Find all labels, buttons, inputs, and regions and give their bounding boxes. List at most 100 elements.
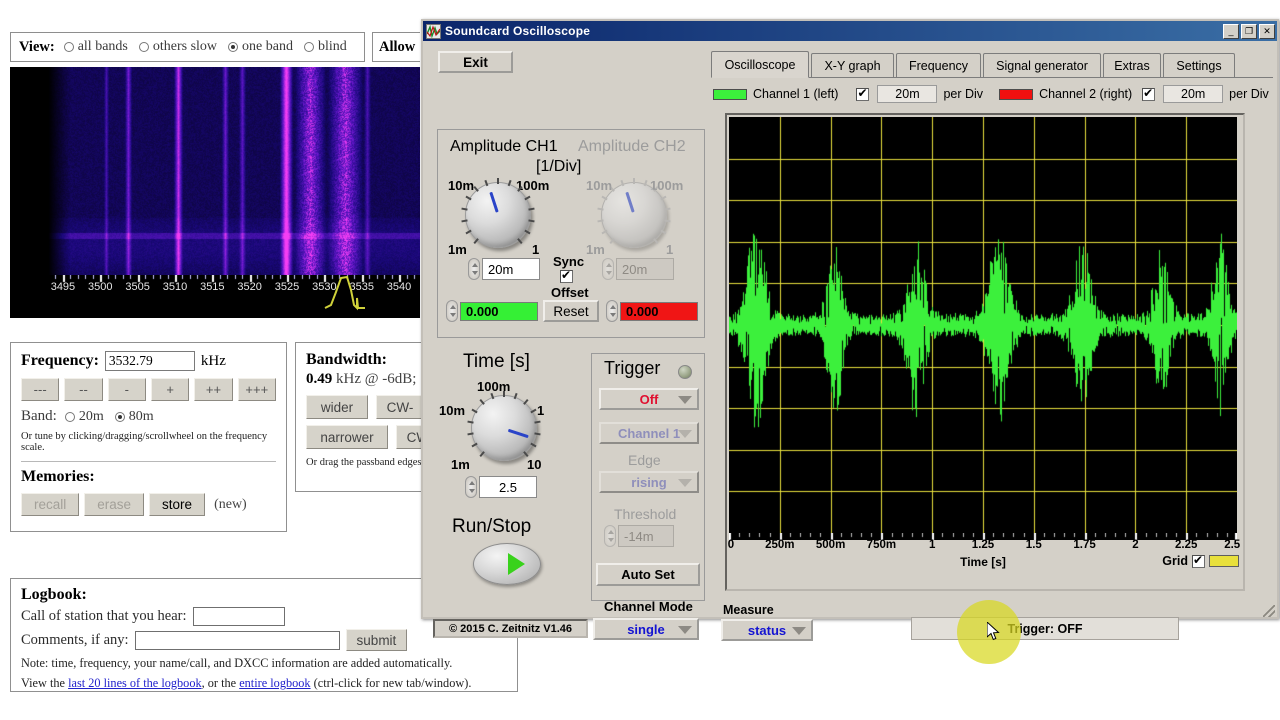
frequency-title: Frequency: <box>21 352 99 369</box>
memories-title: Memories: <box>21 468 95 485</box>
play-icon <box>507 553 525 575</box>
ch1-offset-value[interactable]: 0.000 <box>460 302 538 321</box>
time-value[interactable]: 2.5 <box>479 476 537 498</box>
allow-label: Allow <box>379 38 416 55</box>
radio-band-80m[interactable] <box>114 411 125 422</box>
tab-xy-graph[interactable]: X-Y graph <box>811 53 894 78</box>
time-tick-label: 1 <box>928 539 936 551</box>
close-button[interactable]: ✕ <box>1259 23 1275 39</box>
freq-step-plus2[interactable]: ++ <box>194 378 233 401</box>
time-tick-label: 2 <box>1132 539 1139 551</box>
radio-blind[interactable] <box>303 42 314 52</box>
trigger-led-indicator <box>678 365 692 379</box>
trigger-mode-dropdown[interactable]: Off <box>599 388 699 410</box>
frequency-tick-label: 3520 <box>237 281 262 293</box>
tab-signal-generator[interactable]: Signal generator <box>983 53 1101 78</box>
trigger-channel-dropdown[interactable]: Channel 1 <box>599 422 699 444</box>
passband-indicator[interactable] <box>317 272 377 312</box>
bandwidth-narrower-button[interactable]: narrower <box>306 425 388 449</box>
window-resize-grip[interactable] <box>1263 605 1275 617</box>
trigger-edge-value: rising <box>631 474 667 490</box>
cw-preset-button-1[interactable]: CW- <box>376 395 424 419</box>
edge-label: Edge <box>628 452 661 468</box>
memory-erase-button[interactable]: erase <box>84 493 145 516</box>
trigger-mode-value: Off <box>639 391 659 407</box>
window-titlebar[interactable]: Soundcard Oscilloscope _ ❐ ✕ <box>423 21 1277 41</box>
frequency-unit: kHz <box>200 352 226 369</box>
tuning-hint: Or tune by clicking/dragging/scrollwheel… <box>21 431 268 453</box>
tab-extras[interactable]: Extras <box>1103 53 1161 78</box>
grid-label: Grid <box>1162 554 1188 568</box>
grid-checkbox[interactable] <box>1192 553 1205 568</box>
channel-2-enable-checkbox[interactable] <box>1142 86 1156 101</box>
freq-step-plus1[interactable]: + <box>150 378 190 401</box>
radio-one-band[interactable] <box>228 42 239 52</box>
time-value-spinner[interactable] <box>465 476 477 498</box>
logbook-links: View the last 20 lines of the logbook, o… <box>21 676 507 691</box>
sync-checkbox[interactable] <box>560 268 573 283</box>
logbook-submit-button[interactable]: submit <box>345 629 408 651</box>
ch1-value-spinner[interactable] <box>468 258 480 280</box>
amplitude-ch2-knob[interactable] <box>597 178 671 252</box>
time-scale-100m: 100m <box>477 379 511 394</box>
memory-buttons: recall erase store (new) <box>21 493 276 516</box>
memory-status: (new) <box>214 496 247 512</box>
memory-store-button[interactable]: store <box>149 493 206 516</box>
frequency-row: Frequency: kHz <box>21 351 276 371</box>
chevron-down-icon <box>678 430 692 438</box>
logbook-link-last20[interactable]: last 20 lines of the logbook <box>68 676 202 690</box>
maximize-button[interactable]: ❐ <box>1241 23 1257 39</box>
frequency-input[interactable] <box>104 351 195 371</box>
run-stop-button[interactable] <box>473 543 541 585</box>
trigger-edge-dropdown[interactable]: rising <box>599 471 699 493</box>
channel-mode-dropdown[interactable]: single <box>593 618 699 640</box>
offset-reset-button[interactable]: Reset <box>543 300 599 322</box>
channel-2-color-swatch <box>999 88 1034 100</box>
radio-label-one-band: one band <box>242 39 293 54</box>
logbook-comments-input[interactable] <box>134 630 340 650</box>
freq-step-plus3[interactable]: +++ <box>237 378 276 401</box>
amplitude-ch1-knob[interactable] <box>461 178 535 252</box>
logbook-view-prefix: View the <box>21 676 69 690</box>
radio-all-bands[interactable] <box>63 42 74 52</box>
measure-dropdown[interactable]: status <box>721 619 813 641</box>
tab-oscilloscope[interactable]: Oscilloscope <box>711 51 809 78</box>
time-base-knob[interactable] <box>467 391 541 465</box>
grid-color-swatch[interactable] <box>1209 555 1239 567</box>
time-axis-labels: 0 250m 500m 750m 1 1.25 1.5 1.75 2 2.25 2.5 <box>728 539 1240 554</box>
auto-set-button[interactable]: Auto Set <box>596 563 700 586</box>
ch1-scale-1m: 1m <box>448 242 467 257</box>
freq-step-minus2[interactable]: -- <box>64 378 103 401</box>
ch2-offset-spinner[interactable] <box>606 300 618 322</box>
channel-mode-value: single <box>627 621 665 637</box>
tab-frequency[interactable]: Frequency <box>896 53 981 78</box>
waveform-canvas[interactable] <box>729 117 1237 533</box>
waterfall-canvas[interactable] <box>10 67 420 277</box>
logbook-call-input[interactable] <box>192 607 285 626</box>
band-label-80m: 80m <box>128 408 154 424</box>
scope-right-pane: Oscilloscope X-Y graph Frequency Signal … <box>711 51 1273 641</box>
freq-step-minus1[interactable]: - <box>107 378 146 401</box>
frequency-step-buttons: --- -- - + ++ +++ <box>21 378 276 401</box>
logbook-link-entire[interactable]: entire logbook <box>239 676 310 690</box>
time-title: Time [s] <box>463 351 530 372</box>
waterfall-display[interactable]: 3495 3500 3505 3510 3515 3520 3525 3530 3535 3540 <box>10 67 420 318</box>
logbook-comments-label: Comments, if any: <box>21 631 129 648</box>
channel-1-enable-checkbox[interactable] <box>856 86 870 101</box>
amplitude-ch1-value[interactable]: 20m <box>482 258 540 280</box>
memory-recall-button[interactable]: recall <box>21 493 80 516</box>
bandwidth-wider-button[interactable]: wider <box>306 395 368 419</box>
ch2-offset-value[interactable]: 0.000 <box>620 302 698 321</box>
tab-settings[interactable]: Settings <box>1163 53 1235 78</box>
oscilloscope-plot-area[interactable] <box>729 117 1237 533</box>
frequency-tick-label: 3540 <box>386 281 412 293</box>
freq-step-minus3[interactable]: --- <box>21 378 60 401</box>
exit-button[interactable]: Exit <box>438 51 513 73</box>
channel-2-per-div-value[interactable]: 20m <box>1163 85 1224 103</box>
minimize-button[interactable]: _ <box>1223 23 1239 39</box>
radio-others-slow[interactable] <box>138 42 149 52</box>
offset-label: Offset <box>551 285 589 300</box>
ch1-offset-spinner[interactable] <box>446 300 458 322</box>
radio-band-20m[interactable] <box>64 411 75 422</box>
channel-1-per-div-value[interactable]: 20m <box>877 85 938 103</box>
